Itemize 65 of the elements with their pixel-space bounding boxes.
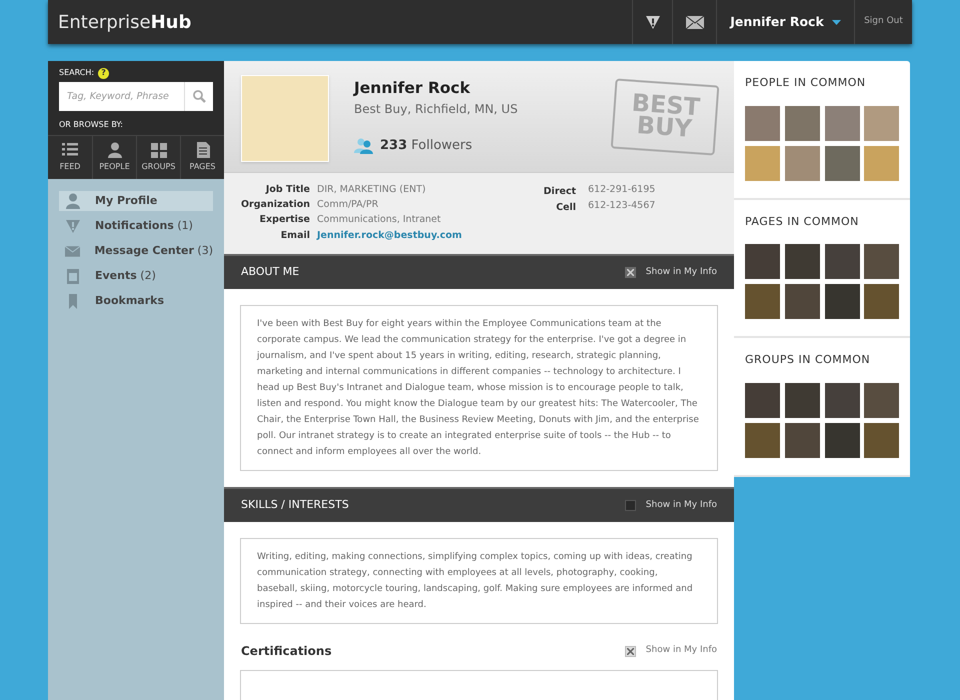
- photo-placeholder[interactable]: [824, 382, 860, 418]
- app-logo[interactable]: EnterpriseHub: [48, 8, 632, 36]
- section-title: SKILLS / INTERESTS: [241, 497, 349, 514]
- checkbox-label: Show in My Info: [646, 644, 717, 658]
- show-in-info-checkbox[interactable]: [624, 500, 636, 511]
- field-label: Job Title: [264, 182, 310, 197]
- followers-count[interactable]: 233 Followers: [380, 136, 472, 156]
- search-icon: [192, 90, 206, 103]
- sign-out-link[interactable]: Sign Out: [854, 0, 912, 44]
- nav-messages-item[interactable]: Message Center (3): [59, 241, 213, 261]
- section-title: PEOPLE IN COMMON: [745, 75, 867, 91]
- section-title: GROUPS IN COMMON: [745, 352, 872, 368]
- nav-events-item[interactable]: Events (2): [59, 266, 213, 286]
- email-link[interactable]: Jennifer.rock@bestbuy.com: [317, 228, 524, 243]
- certifications-heading: Certifications: [241, 643, 332, 660]
- help-icon[interactable]: ?: [98, 68, 110, 78]
- field-label: Email: [280, 228, 310, 243]
- search-field[interactable]: Tag, Keyword, Phrase: [59, 82, 184, 111]
- list-icon: [61, 142, 79, 158]
- section-text: I've been with Best Buy for eight years within the Employee Communications team at the corporate campus. We lead the communication strategy for the enterprise. I've got a degree in journalism, and I've spent about 15 years in writing, editing, research, strategic planning, marketing and internal communications in different companies -- technology to architecture. I head up Best Buy's Intranet and Dialogue team, whose mission is to encourage people to talk, listen and respond. You might know the Dialogue team by our greatest hits: The Watercooler, The Chair, the Enterprise Town Hall, the Business Review Meeting, Donuts with Jim, and the enterprise poll. Our intranet strategy is to create an integrated enterprise suite of tools -- the Hub -- to connect and inform employees all over the world.: [240, 305, 718, 471]
- person-icon: [106, 142, 124, 158]
- nav-bookmarks-item[interactable]: Bookmarks: [59, 291, 213, 311]
- profile-name: Jennifer Rock: [354, 78, 472, 99]
- company-logo: BEST BUY: [610, 78, 720, 156]
- warning-icon: [646, 16, 660, 28]
- show-in-info-checkbox[interactable]: [624, 267, 636, 278]
- checkbox-label: Show in My Info: [646, 498, 717, 512]
- grid-icon: [150, 142, 168, 158]
- section-title: PAGES IN COMMON: [745, 214, 860, 230]
- photo-placeholder[interactable]: [784, 382, 820, 418]
- photo-placeholder[interactable]: [864, 382, 900, 418]
- user-menu[interactable]: Jennifer Rock: [716, 0, 854, 44]
- envelope-icon: [65, 243, 80, 259]
- show-in-info-checkbox[interactable]: [624, 646, 636, 656]
- browse-groups-button[interactable]: GROUPS: [136, 136, 180, 179]
- photo-placeholder[interactable]: [864, 422, 900, 458]
- field-value: DIR, MARKETING (ENT): [317, 182, 427, 197]
- field-value: Communications, Intranet: [317, 213, 442, 228]
- field-value: Comm/PA/PR: [317, 198, 380, 212]
- field-label: Organization: [240, 198, 310, 212]
- browse-feed-button[interactable]: FEED: [48, 136, 92, 179]
- field-label: Cell: [555, 201, 576, 216]
- browse-label: OR BROWSE BY:: [59, 119, 124, 131]
- phone-number: 612-123-4567: [588, 199, 656, 214]
- caret-icon: [832, 20, 841, 24]
- browse-people-button[interactable]: PEOPLE: [92, 136, 136, 179]
- calendar-icon: [65, 268, 81, 284]
- photo-placeholder[interactable]: [824, 146, 860, 180]
- people-icon: [354, 138, 374, 154]
- section-text: Writing, editing, making connections, simplifying complex topics, coming up with ideas, creating communication strategy, connecting with employees at all levels, photography, cooking, baseball, skiing, motorcycle touring, landscaping, golf. Making sure employees are informed and inspired -- and their voices are heard.: [240, 538, 718, 624]
- section-title: ABOUT ME: [241, 264, 300, 280]
- warning-icon: [65, 218, 81, 234]
- search-button[interactable]: [184, 82, 213, 111]
- nav-notifications-item[interactable]: Notifications (1): [59, 216, 213, 236]
- photo-placeholder[interactable]: [784, 422, 820, 458]
- checkbox-label: Show in My Info: [646, 266, 717, 279]
- person-icon: [65, 193, 81, 209]
- profile-location: Best Buy, Richfield, MN, US: [354, 101, 518, 118]
- envelope-icon: [686, 16, 704, 28]
- photo-placeholder[interactable]: [824, 422, 860, 458]
- phone-number: 612-291-6195: [588, 182, 656, 197]
- nav-profile-item[interactable]: My Profile: [59, 191, 213, 211]
- field-label: Expertise: [258, 213, 310, 228]
- search-label: SEARCH:: [59, 67, 94, 79]
- field-label: Direct: [542, 184, 576, 199]
